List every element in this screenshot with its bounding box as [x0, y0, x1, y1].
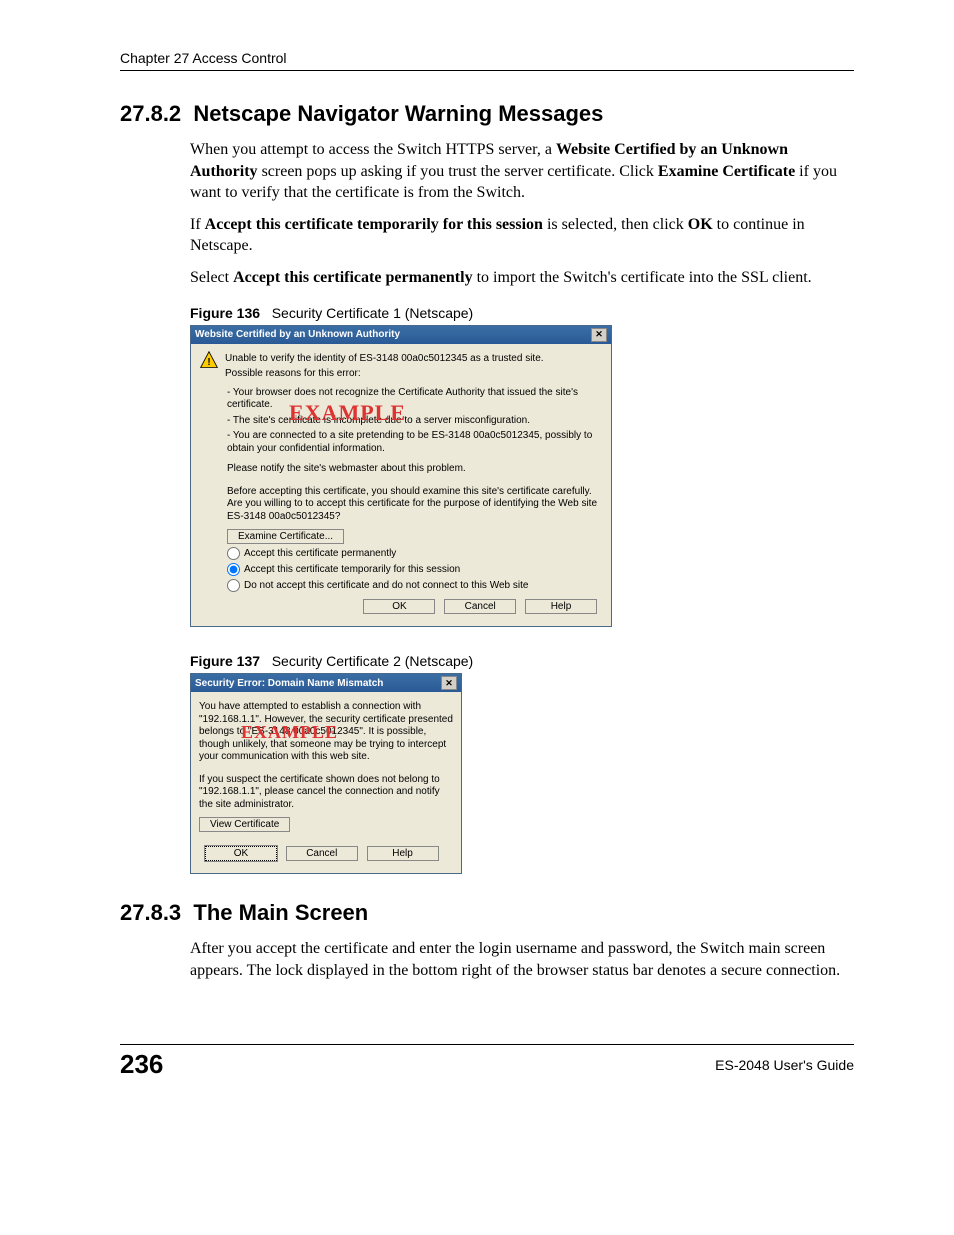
figure-136-caption: Figure 136 Security Certificate 1 (Netsc… [190, 305, 854, 321]
close-icon[interactable]: ✕ [441, 676, 457, 690]
cancel-button[interactable]: Cancel [444, 599, 516, 614]
dialog-reason-2: - The site's certificate is incomplete d… [227, 415, 603, 428]
section-number: 27.8.3 [120, 900, 181, 925]
text-run-bold: OK [688, 216, 713, 233]
dialog-title-text: Website Certified by an Unknown Authorit… [195, 329, 400, 340]
ok-button[interactable]: OK [205, 846, 277, 861]
radio-accept-temporarily[interactable]: Accept this certificate temporarily for … [227, 563, 603, 576]
paragraph-3: Select Accept this certificate permanent… [190, 267, 854, 289]
text-run: When you attempt to access the Switch HT… [190, 141, 556, 158]
text-run: If [190, 216, 205, 233]
radio-do-not-accept[interactable]: Do not accept this certificate and do no… [227, 579, 603, 592]
help-button[interactable]: Help [525, 599, 597, 614]
dialog-text-reasons: Possible reasons for this error: [225, 368, 603, 381]
radio-accept-permanently[interactable]: Accept this certificate permanently [227, 547, 603, 560]
dialog-reason-1: - Your browser does not recognize the Ce… [227, 387, 603, 412]
radio-label: Do not accept this certificate and do no… [244, 580, 528, 591]
close-icon[interactable]: ✕ [591, 328, 607, 342]
text-run: to import the Switch's certificate into … [473, 269, 812, 286]
page-footer: 236 ES-2048 User's Guide [120, 1044, 854, 1080]
text-run-bold: Examine Certificate [658, 163, 795, 180]
examine-certificate-button[interactable]: Examine Certificate... [227, 529, 344, 544]
dialog-mismatch-text-1: You have attempted to establish a connec… [199, 701, 453, 764]
paragraph-2: If Accept this certificate temporarily f… [190, 214, 854, 257]
dialog-text-unable: Unable to verify the identity of ES-3148… [225, 353, 603, 366]
dialog-reason-3: - You are connected to a site pretending… [227, 430, 603, 455]
view-certificate-button[interactable]: View Certificate [199, 817, 290, 832]
dialog-notify: Please notify the site's webmaster about… [227, 463, 603, 476]
section-heading-2782: 27.8.2 Netscape Navigator Warning Messag… [120, 101, 854, 127]
netscape-cert-dialog-1: Website Certified by an Unknown Authorit… [190, 325, 612, 628]
warning-icon: ! [199, 350, 219, 370]
text-run-bold: Accept this certificate permanently [233, 269, 472, 286]
page-number: 236 [120, 1049, 163, 1080]
netscape-cert-dialog-2: Security Error: Domain Name Mismatch ✕ E… [190, 673, 462, 874]
svg-text:!: ! [207, 357, 210, 368]
dialog-title-bar: Website Certified by an Unknown Authorit… [191, 326, 611, 344]
chapter-header: Chapter 27 Access Control [120, 50, 854, 71]
figure-title: Security Certificate 1 (Netscape) [272, 305, 474, 321]
text-run: Select [190, 269, 233, 286]
radio-label: Accept this certificate temporarily for … [244, 564, 460, 575]
figure-137-caption: Figure 137 Security Certificate 2 (Netsc… [190, 653, 854, 669]
help-button[interactable]: Help [367, 846, 439, 861]
figure-title: Security Certificate 2 (Netscape) [272, 653, 474, 669]
dialog-mismatch-text-2: If you suspect the certificate shown doe… [199, 774, 453, 812]
dialog-title-bar: Security Error: Domain Name Mismatch ✕ [191, 674, 461, 692]
section-title: Netscape Navigator Warning Messages [193, 101, 603, 126]
section-heading-2783: 27.8.3 The Main Screen [120, 900, 854, 926]
paragraph-1: When you attempt to access the Switch HT… [190, 139, 854, 204]
section-number: 27.8.2 [120, 101, 181, 126]
figure-number: Figure 136 [190, 305, 260, 321]
dialog-title-text: Security Error: Domain Name Mismatch [195, 678, 383, 689]
guide-title: ES-2048 User's Guide [715, 1057, 854, 1073]
ok-button[interactable]: OK [363, 599, 435, 614]
radio-label: Accept this certificate permanently [244, 548, 396, 559]
dialog-before-accept: Before accepting this certificate, you s… [227, 486, 603, 524]
section-title: The Main Screen [193, 900, 368, 925]
text-run: is selected, then click [543, 216, 688, 233]
text-run-bold: Accept this certificate temporarily for … [205, 216, 543, 233]
text-run: screen pops up asking if you trust the s… [258, 163, 658, 180]
cancel-button[interactable]: Cancel [286, 846, 358, 861]
paragraph-main-screen: After you accept the certificate and ent… [190, 938, 854, 981]
figure-number: Figure 137 [190, 653, 260, 669]
